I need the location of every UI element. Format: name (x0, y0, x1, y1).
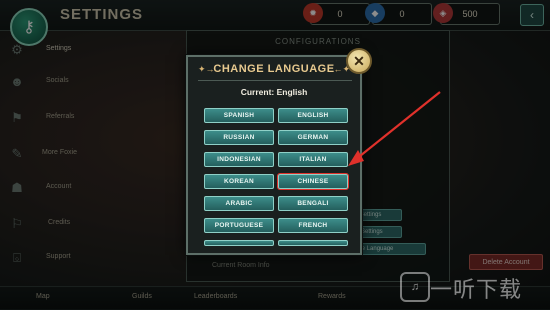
watermark-text: 一听下载 (430, 277, 523, 302)
watermark: ♫ 一听下载 (400, 270, 546, 306)
arrow-head (348, 150, 364, 166)
arrow-shaft (354, 91, 441, 161)
headphones-icon: ♫ (400, 272, 430, 302)
annotation-arrow (348, 91, 441, 166)
